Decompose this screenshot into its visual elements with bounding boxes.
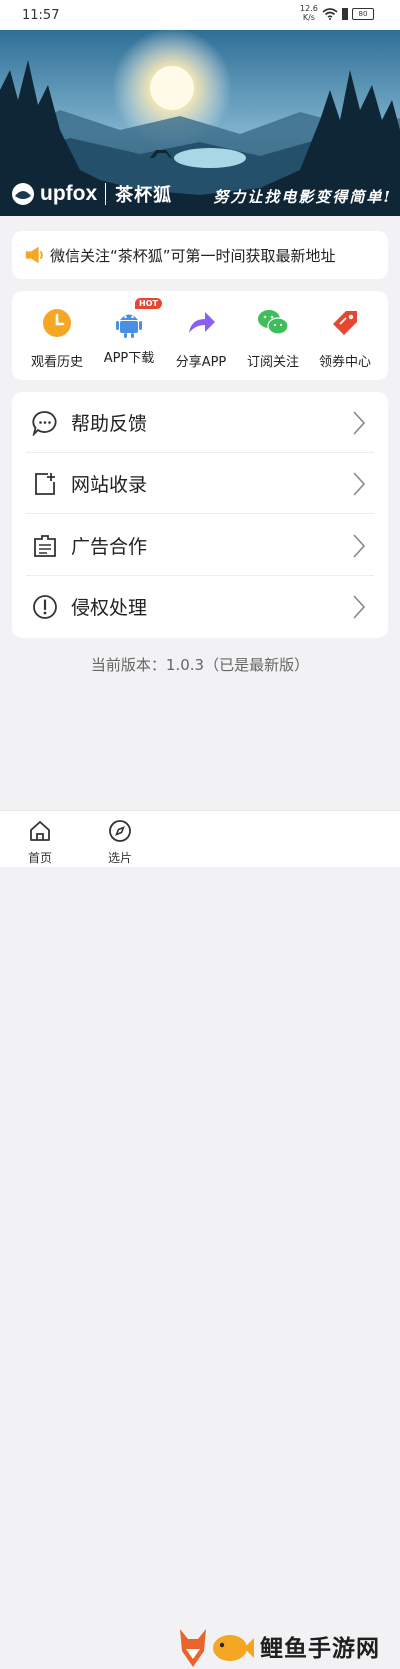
- tab-home[interactable]: 首页: [10, 819, 70, 866]
- banner-slogan: 努力让找电影变得简单!: [213, 188, 392, 206]
- share-arrow-icon: [189, 312, 215, 333]
- chevron-right-icon: [353, 472, 366, 496]
- quick-action-label: 观看历史: [30, 355, 83, 370]
- hot-badge: HOT: [135, 298, 162, 309]
- signal-icon: [342, 8, 348, 20]
- version-text: 当前版本：1.0.3（已是最新版）: [90, 656, 310, 674]
- tab-label: 首页: [27, 851, 52, 865]
- menu-item-site-submit[interactable]: 网站收录: [12, 453, 388, 514]
- watermark: 鲤鱼手游网: [176, 1623, 380, 1669]
- watermark-text: 鲤鱼手游网: [260, 1636, 380, 1662]
- home-icon: [30, 821, 50, 841]
- quick-action-history[interactable]: 观看历史: [20, 307, 94, 370]
- speaker-icon: [25, 246, 43, 264]
- status-bar: 11:57 12.6 K/s 80: [0, 0, 400, 30]
- chevron-right-icon: [353, 595, 366, 619]
- status-icons: 80: [322, 8, 374, 20]
- app-name: 茶杯狐: [115, 185, 173, 206]
- alert-circle-icon: [33, 594, 57, 619]
- quick-action-label: 分享APP: [175, 355, 227, 370]
- quick-action-subscribe[interactable]: 订阅关注: [236, 307, 310, 370]
- quick-action-label: 订阅关注: [246, 355, 299, 370]
- tab-label: 选片: [107, 851, 132, 865]
- menu-divider: [26, 513, 374, 514]
- fish-logo-icon: [213, 1635, 254, 1661]
- quick-action-app-download[interactable]: HOT APP下载: [92, 298, 166, 366]
- status-time: 11:57: [22, 8, 60, 23]
- android-icon: [116, 314, 142, 338]
- notice-text: 微信关注“茶杯狐”可第一时间获取最新地址: [50, 246, 336, 265]
- menu-list: 帮助反馈 网站收录 广告合作 侵权处理: [12, 392, 388, 638]
- logo-text: upfox: [40, 182, 98, 205]
- coupon-tag-icon: [333, 311, 357, 335]
- notice-bar[interactable]: 微信关注“茶杯狐”可第一时间获取最新地址: [12, 231, 388, 279]
- quick-action-share[interactable]: 分享APP: [164, 307, 238, 370]
- menu-item-infringement[interactable]: 侵权处理: [12, 576, 388, 637]
- network-speed-value: 12.6: [300, 4, 318, 13]
- quick-action-coupon[interactable]: 领券中心: [308, 307, 382, 370]
- wifi-icon: [322, 8, 338, 20]
- compass-icon: [109, 820, 131, 842]
- tab-bar: 首页 选片 鲤鱼手游网: [0, 810, 400, 1667]
- menu-item-label: 侵权处理: [71, 597, 148, 619]
- menu-item-label: 帮助反馈: [71, 413, 148, 435]
- add-page-icon: [35, 472, 55, 495]
- android-icon-wrap: HOT: [113, 298, 162, 339]
- chevron-right-icon: [353, 534, 366, 558]
- menu-item-label: 广告合作: [71, 536, 148, 558]
- fox-logo-icon: [12, 183, 34, 205]
- quick-actions: 观看历史 HOT APP下载 分享APP 订阅关注 领券中心: [12, 291, 388, 380]
- chevron-right-icon: [353, 411, 366, 435]
- clock-icon: [43, 309, 71, 337]
- network-speed: 12.6 K/s: [300, 4, 318, 22]
- battery-icon: 80: [352, 8, 374, 20]
- network-speed-unit: K/s: [302, 13, 315, 22]
- hero-banner[interactable]: upfox 茶杯狐 努力让找电影变得简单!: [0, 30, 400, 216]
- brand-divider: [105, 183, 107, 205]
- chat-bubble-icon: [32, 410, 57, 436]
- brand-logo: upfox 茶杯狐: [10, 181, 172, 207]
- quick-action-label: 领券中心: [318, 355, 371, 370]
- quick-action-label: APP下载: [103, 351, 155, 366]
- menu-item-ad-cooperation[interactable]: 广告合作: [12, 515, 388, 576]
- document-icon: [34, 534, 56, 557]
- fox-mascot-icon: [180, 1629, 206, 1667]
- wechat-icon: [258, 310, 289, 335]
- tab-browse[interactable]: 选片: [90, 819, 150, 866]
- menu-item-feedback[interactable]: 帮助反馈: [12, 392, 388, 453]
- menu-item-label: 网站收录: [71, 474, 148, 496]
